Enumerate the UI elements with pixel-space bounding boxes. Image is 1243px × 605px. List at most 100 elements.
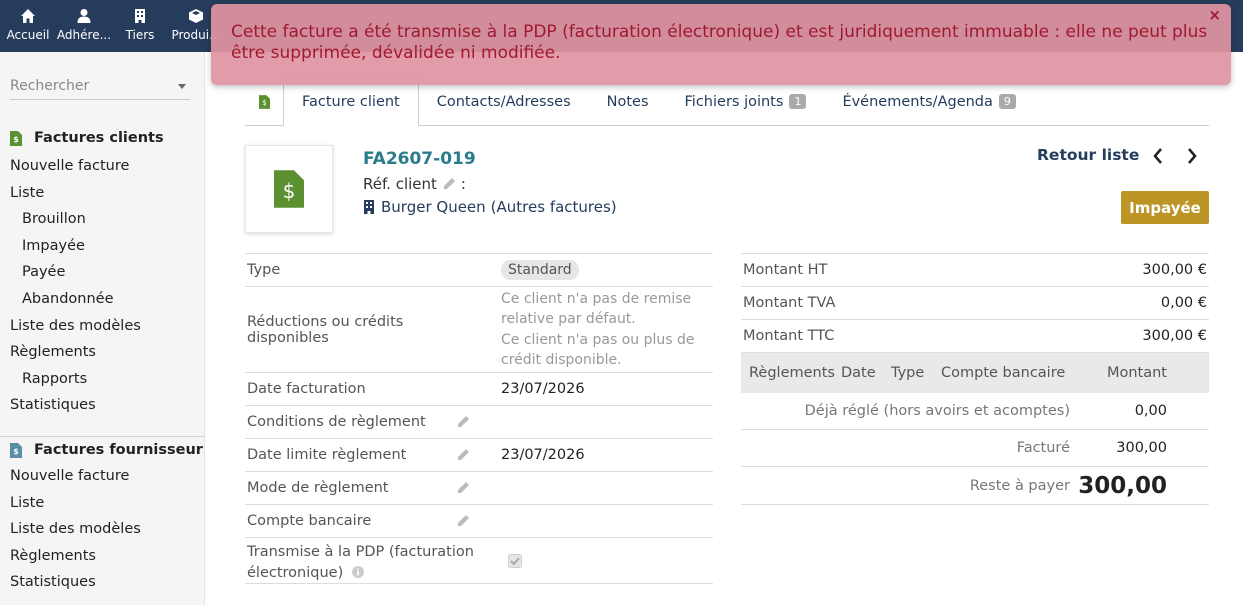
customer-ref-suffix: :: [460, 175, 466, 193]
menu-members[interactable]: Adhére...: [56, 0, 112, 52]
menu-home-label: Accueil: [6, 28, 50, 42]
tab-contacts[interactable]: Contacts/Adresses: [419, 78, 589, 125]
next-arrow-icon[interactable]: [1183, 146, 1201, 166]
sidebar-item-supplier-list[interactable]: Liste: [0, 490, 205, 517]
invoice-icon: $: [258, 94, 270, 109]
tab-notes[interactable]: Notes: [589, 78, 667, 125]
field-label-bank-account: Compte bancaire: [247, 513, 372, 529]
tab-attached-files[interactable]: Fichiers joints 1: [667, 78, 825, 125]
tab-customer-invoice[interactable]: Facture client: [283, 78, 419, 126]
field-value-due-date: 23/07/2026: [501, 447, 585, 463]
sidebar-item-supplier-payments[interactable]: Règlements: [0, 543, 205, 570]
discount-info-credit: Ce client n'a pas ou plus de crédit disp…: [501, 331, 695, 369]
sidebar-item-supplier-templates[interactable]: Liste des modèles: [0, 516, 205, 543]
search-placeholder: Rechercher: [10, 78, 90, 94]
amount-row-ht: Montant HT 300,00 €: [741, 254, 1209, 287]
payments-row-billed: Facturé 300,00: [741, 430, 1209, 467]
other-invoices-link[interactable]: (Autres factures): [491, 198, 617, 216]
payments-row-remaining: Reste à payer 300,00: [741, 467, 1209, 505]
user-icon: [77, 9, 91, 23]
field-row-type: Type Standard: [245, 254, 713, 287]
field-value-date: 23/07/2026: [501, 381, 585, 397]
supplier-invoice-icon: $: [10, 442, 22, 458]
supplier-invoices-title: Factures fournisseur: [34, 442, 203, 458]
billed-label: Facturé: [1016, 440, 1070, 456]
payments-col-amount: Montant: [1106, 365, 1167, 381]
status-badge: Impayée: [1121, 191, 1209, 224]
tab-invoice-icon: $: [245, 78, 283, 125]
back-to-list-link[interactable]: Retour liste: [1037, 146, 1139, 164]
supplier-invoices-menu: $ Factures fournisseur Nouvelle facture …: [0, 437, 205, 596]
amount-value-ttc: 300,00 €: [1142, 328, 1207, 344]
thirdparty-row: Burger Queen (Autres factures): [363, 198, 617, 216]
payments-col-payments: Règlements: [749, 365, 835, 381]
sidebar-item-new-invoice[interactable]: Nouvelle facture: [0, 153, 205, 180]
field-row-payment-mode: Mode de règlement: [245, 472, 713, 505]
field-row-conditions: Conditions de règlement: [245, 406, 713, 439]
previous-arrow-icon[interactable]: [1149, 146, 1167, 166]
amounts-table: Montant HT 300,00 € Montant TVA 0,00 € M…: [741, 253, 1209, 505]
customer-invoices-heading[interactable]: $ Factures clients: [0, 125, 205, 151]
payments-col-bank: Compte bancaire: [941, 365, 1066, 381]
tab-events[interactable]: Événements/Agenda 9: [824, 78, 1033, 125]
type-pill: Standard: [501, 260, 579, 280]
amount-value-ht: 300,00 €: [1142, 262, 1207, 278]
amount-label-ttc: Montant TTC: [743, 328, 835, 344]
menu-members-label: Adhére...: [56, 28, 112, 42]
events-count-badge: 9: [998, 94, 1016, 109]
field-label-type: Type: [247, 262, 281, 278]
pdp-checkbox[interactable]: [508, 553, 522, 568]
sidebar-item-abandoned[interactable]: Abandonnée: [0, 286, 205, 313]
amount-label-tva: Montant TVA: [743, 295, 836, 311]
search-input[interactable]: Rechercher: [10, 78, 190, 100]
sidebar-item-reports[interactable]: Rapports: [0, 366, 205, 393]
left-sidebar: Rechercher $ Factures clients Nouvelle f…: [0, 52, 205, 605]
sidebar-item-supplier-new-invoice[interactable]: Nouvelle facture: [0, 463, 205, 490]
sidebar-item-supplier-statistics[interactable]: Statistiques: [0, 569, 205, 596]
thirdparty-link[interactable]: Burger Queen: [381, 198, 486, 216]
menu-home[interactable]: Accueil: [0, 0, 56, 52]
pencil-icon[interactable]: [455, 480, 471, 496]
amount-label-ht: Montant HT: [743, 262, 828, 278]
sidebar-item-draft[interactable]: Brouillon: [0, 206, 205, 233]
box-icon: [189, 9, 203, 23]
supplier-invoices-heading[interactable]: $ Factures fournisseur: [0, 437, 205, 463]
billed-value: 300,00: [1116, 440, 1167, 456]
chevron-down-icon[interactable]: [178, 84, 186, 89]
pencil-icon[interactable]: [455, 447, 471, 463]
sidebar-item-templates[interactable]: Liste des modèles: [0, 313, 205, 340]
menu-thirdparties-label: Tiers: [125, 28, 155, 42]
invoice-icon: $: [10, 130, 22, 146]
invoice-fields-table: Type Standard Réductions ou crédits disp…: [245, 253, 713, 584]
sidebar-item-unpaid[interactable]: Impayée: [0, 233, 205, 260]
building-icon: [135, 9, 145, 23]
payments-col-type: Type: [891, 365, 925, 381]
field-label-conditions: Conditions de règlement: [247, 414, 426, 430]
sidebar-item-statistics[interactable]: Statistiques: [0, 392, 205, 419]
field-row-due-date: Date limite règlement 23/07/2026: [245, 439, 713, 472]
customer-ref-label: Réf. client: [363, 175, 437, 193]
field-label-payment-mode: Mode de règlement: [247, 480, 389, 496]
building-icon: [364, 200, 374, 214]
sidebar-item-paid[interactable]: Payée: [0, 259, 205, 286]
field-row-discounts: Réductions ou crédits disponibles Ce cli…: [245, 287, 713, 373]
close-icon[interactable]: ×: [1208, 6, 1221, 24]
field-label-due-date: Date limite règlement: [247, 447, 407, 463]
invoice-thumbnail: $: [245, 145, 333, 233]
remaining-label: Reste à payer: [969, 477, 1070, 494]
amount-row-ttc: Montant TTC 300,00 €: [741, 320, 1209, 353]
sidebar-item-payments[interactable]: Règlements: [0, 339, 205, 366]
svg-text:$: $: [262, 98, 267, 107]
tab-attached-files-label: Fichiers joints: [684, 93, 784, 110]
customer-ref-row: Réf. client :: [363, 175, 466, 193]
pencil-icon[interactable]: [455, 513, 471, 529]
notification-message: Cette facture a été transmise à la PDP (…: [231, 22, 1208, 63]
pencil-icon[interactable]: [441, 176, 457, 192]
tab-events-label: Événements/Agenda: [842, 93, 993, 110]
sidebar-item-list[interactable]: Liste: [0, 180, 205, 207]
pencil-icon[interactable]: [455, 414, 471, 430]
already-paid-value: 0,00: [1134, 403, 1167, 419]
remaining-value: 300,00: [1078, 472, 1167, 499]
svg-text:$: $: [13, 135, 19, 144]
menu-thirdparties[interactable]: Tiers: [112, 0, 168, 52]
